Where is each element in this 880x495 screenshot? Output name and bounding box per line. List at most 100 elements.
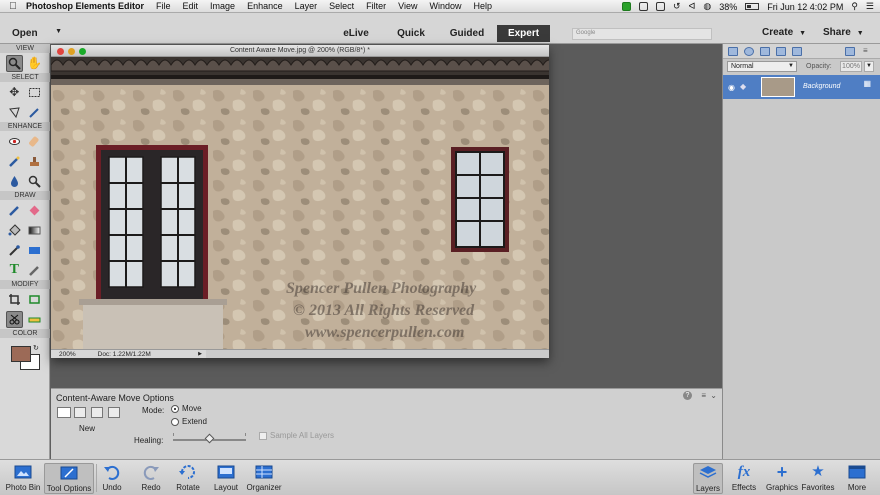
type-tool-icon[interactable]: T: [6, 262, 23, 279]
organizer-button[interactable]: Organizer: [244, 463, 284, 492]
crop-tool-icon[interactable]: [6, 291, 23, 308]
bluetooth-icon[interactable]: ᐊ: [688, 1, 695, 12]
trash-icon[interactable]: [845, 47, 855, 56]
status-menu-arrow-icon[interactable]: ▶: [198, 350, 202, 359]
notification-center-icon[interactable]: ☰: [866, 1, 874, 12]
sample-all-layers-checkbox[interactable]: [259, 431, 267, 440]
app-name-menu[interactable]: Photoshop Elements Editor: [26, 1, 144, 11]
pencil-tool-icon[interactable]: [26, 262, 43, 279]
move-tool-icon[interactable]: ✥: [6, 84, 23, 101]
marquee-tool-icon[interactable]: [26, 84, 43, 101]
foreground-color-swatch[interactable]: [11, 346, 31, 362]
maximize-icon[interactable]: [79, 48, 86, 55]
tab-guided[interactable]: Guided: [442, 25, 492, 42]
lock-layer-icon[interactable]: [776, 47, 786, 56]
link-icon[interactable]: ◆: [740, 82, 746, 91]
intersect-selection-icon[interactable]: [108, 407, 120, 418]
zoom-tool-icon[interactable]: [5, 54, 23, 72]
sponge-tool-icon[interactable]: [26, 173, 43, 190]
close-icon[interactable]: [57, 48, 64, 55]
tab-expert[interactable]: Expert: [497, 25, 550, 42]
panel-menu-icon[interactable]: ≡: [701, 391, 706, 400]
document-canvas[interactable]: Spencer Pullen Photography © 2013 All Ri…: [51, 57, 549, 349]
eraser-tool-icon[interactable]: [26, 202, 43, 219]
red-eye-tool-icon[interactable]: [6, 133, 23, 150]
content-aware-move-tool-icon[interactable]: [5, 310, 23, 328]
favorites-button[interactable]: ★ Favorites: [800, 463, 836, 492]
radio-move[interactable]: [171, 404, 179, 413]
menu-enhance[interactable]: Enhance: [247, 1, 283, 11]
menu-window[interactable]: Window: [429, 1, 461, 11]
mode-extend-option[interactable]: Extend: [171, 417, 207, 426]
swap-colors-icon[interactable]: ↻: [33, 344, 39, 352]
menu-view[interactable]: View: [398, 1, 417, 11]
menu-help[interactable]: Help: [474, 1, 493, 11]
add-to-selection-icon[interactable]: [74, 407, 86, 418]
layer-locked-icon[interactable]: ▦: [863, 79, 871, 88]
adjustment-layer-icon[interactable]: [744, 47, 754, 56]
time-machine-icon[interactable]: ↺: [673, 1, 681, 12]
document-title-bar[interactable]: Content Aware Move.jpg @ 200% (RGB/8*) *: [51, 45, 549, 57]
effects-button[interactable]: fx Effects: [730, 463, 758, 492]
tab-elive[interactable]: eLive: [330, 25, 382, 42]
opacity-field[interactable]: 100%: [840, 61, 862, 72]
spotlight-icon[interactable]: ⚲: [851, 1, 858, 12]
clock[interactable]: Fri Jun 12 4:02 PM: [767, 2, 843, 12]
gradient-tool-icon[interactable]: [26, 222, 43, 239]
mode-move-option[interactable]: Move: [171, 404, 202, 413]
clone-stamp-tool-icon[interactable]: [26, 153, 43, 170]
tool-options-button[interactable]: Tool Options: [44, 463, 94, 494]
new-layer-icon[interactable]: [728, 47, 738, 56]
new-selection-icon[interactable]: [57, 407, 71, 418]
recompose-tool-icon[interactable]: [26, 291, 43, 308]
search-input[interactable]: Google: [572, 28, 712, 40]
menu-filter[interactable]: Filter: [366, 1, 386, 11]
status-menu-icon[interactable]: [638, 2, 648, 11]
status-drive-icon[interactable]: [655, 2, 665, 11]
rotate-button[interactable]: Rotate: [173, 463, 203, 492]
photo-bin-button[interactable]: Photo Bin: [4, 463, 42, 492]
graphics-button[interactable]: + Graphics: [764, 463, 800, 492]
lock-all-icon[interactable]: [792, 47, 802, 56]
paint-bucket-tool-icon[interactable]: [6, 222, 23, 239]
layers-button[interactable]: Layers: [693, 463, 723, 494]
open-button[interactable]: Open ▼: [0, 24, 70, 43]
horizontal-scrollbar[interactable]: [206, 349, 549, 358]
quick-selection-tool-icon[interactable]: [26, 104, 43, 121]
lasso-tool-icon[interactable]: [6, 104, 23, 121]
collapse-icon[interactable]: ⌄: [710, 391, 717, 400]
eye-icon[interactable]: ◉: [728, 83, 735, 92]
hand-tool-icon[interactable]: ✋: [26, 55, 43, 72]
apple-icon[interactable]: : [0, 1, 26, 12]
menu-image[interactable]: Image: [210, 1, 235, 11]
layout-button[interactable]: Layout: [210, 463, 242, 492]
menu-select[interactable]: Select: [329, 1, 354, 11]
undo-button[interactable]: Undo: [98, 463, 126, 492]
blend-mode-select[interactable]: Normal ▼: [727, 61, 797, 72]
blur-tool-icon[interactable]: [6, 173, 23, 190]
tab-quick[interactable]: Quick: [388, 25, 434, 42]
more-button[interactable]: More: [843, 463, 871, 492]
share-button[interactable]: Share ▼: [823, 27, 864, 38]
shape-tool-icon[interactable]: [26, 242, 43, 259]
menu-edit[interactable]: Edit: [183, 1, 199, 11]
minimize-icon[interactable]: [68, 48, 75, 55]
opacity-dropdown-icon[interactable]: ▼: [864, 61, 874, 72]
menu-layer[interactable]: Layer: [295, 1, 318, 11]
eyedropper-tool-icon[interactable]: [6, 242, 23, 259]
panel-menu-icon[interactable]: ≡: [863, 46, 868, 55]
smart-brush-tool-icon[interactable]: [6, 153, 23, 170]
radio-extend[interactable]: [171, 417, 179, 426]
brush-tool-icon[interactable]: [6, 202, 23, 219]
layer-row[interactable]: ◉ ◆ Background ▦: [723, 75, 880, 99]
spot-healing-tool-icon[interactable]: [26, 133, 43, 150]
create-button[interactable]: Create ▼: [762, 27, 806, 38]
wifi-icon[interactable]: ◍: [703, 1, 711, 12]
layer-mask-icon[interactable]: [760, 47, 770, 56]
battery-icon[interactable]: [745, 3, 760, 10]
status-app-icon[interactable]: [621, 2, 631, 11]
subtract-from-selection-icon[interactable]: [91, 407, 103, 418]
sample-all-layers-option[interactable]: Sample All Layers: [259, 431, 334, 440]
redo-button[interactable]: Redo: [137, 463, 165, 492]
straighten-tool-icon[interactable]: [26, 311, 43, 328]
